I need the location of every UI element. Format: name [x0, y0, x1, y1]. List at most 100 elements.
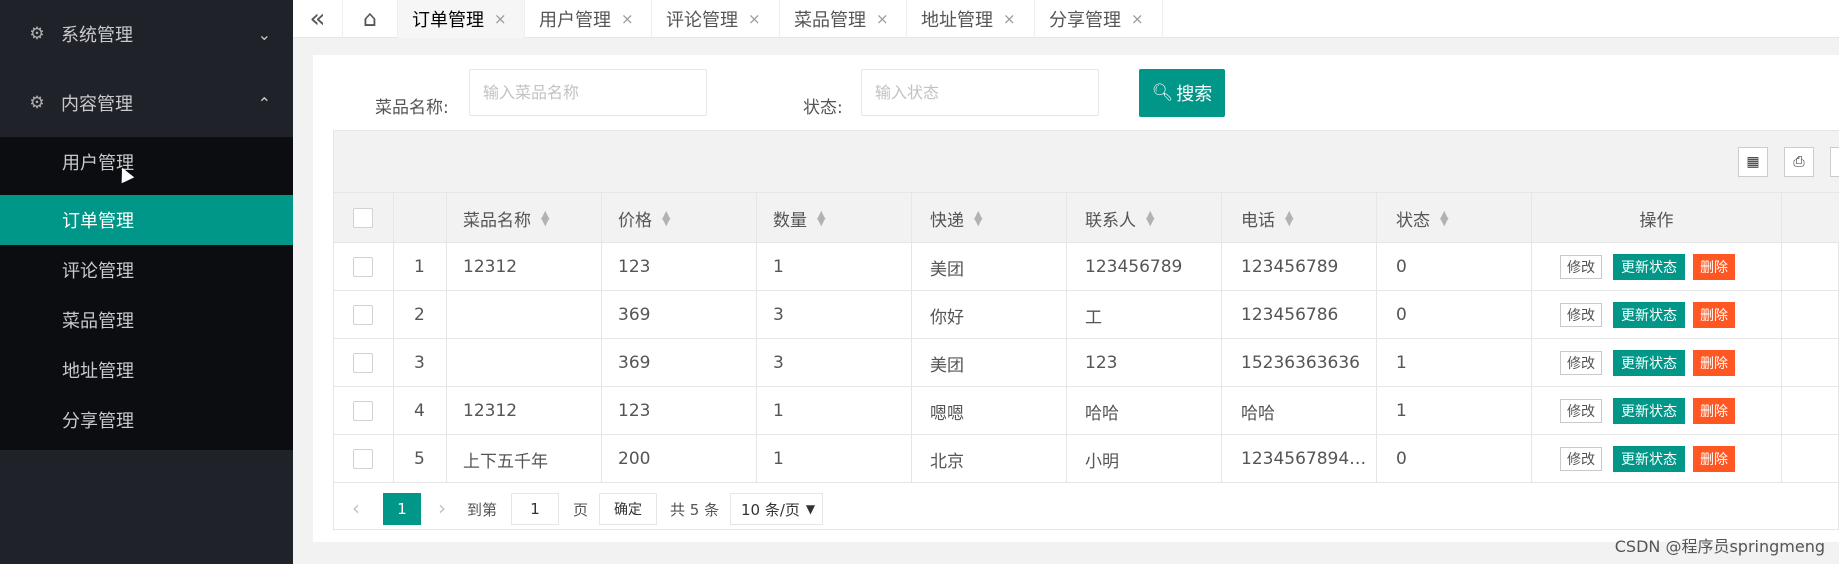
tab-shares[interactable]: 分享管理 ×: [1035, 0, 1163, 38]
row-index: 1: [394, 243, 447, 291]
select-all-checkbox[interactable]: [353, 208, 373, 228]
page-size-select[interactable]: 10 条/页 ▼: [730, 493, 823, 525]
delete-button[interactable]: 删除: [1693, 446, 1735, 472]
close-icon[interactable]: ×: [748, 10, 761, 28]
tab-label: 订单管理: [412, 10, 484, 31]
sidebar-item-orders[interactable]: 订单管理: [0, 195, 293, 245]
watermark: CSDN @程序员springmeng: [1614, 537, 1825, 556]
edit-button[interactable]: 修改: [1560, 351, 1602, 375]
sort-icon[interactable]: ▲ ▼: [662, 209, 670, 227]
tab-label: 用户管理: [539, 10, 611, 31]
tab-label: 菜品管理: [794, 10, 866, 31]
close-icon[interactable]: ×: [1131, 10, 1144, 28]
row-checkbox[interactable]: [353, 353, 373, 373]
sidebar-item-dishes[interactable]: 菜品管理: [0, 295, 293, 345]
delete-button[interactable]: 删除: [1693, 302, 1735, 328]
contact-cell: 工: [1067, 291, 1222, 339]
sidebar-item-comments[interactable]: 评论管理: [0, 245, 293, 295]
actions-cell: 修改 更新状态 删除: [1532, 435, 1782, 483]
sort-icon[interactable]: ▲ ▼: [541, 209, 549, 227]
column-header[interactable]: 菜品名称 ▲ ▼: [447, 193, 602, 243]
close-icon[interactable]: ×: [494, 10, 507, 28]
row-checkbox[interactable]: [353, 401, 373, 421]
close-icon[interactable]: ×: [876, 10, 889, 28]
menu-group-label: 系统管理: [61, 25, 133, 46]
column-header[interactable]: 电话 ▲ ▼: [1222, 193, 1377, 243]
close-icon[interactable]: ×: [621, 10, 634, 28]
menu-group-system[interactable]: ⚙ 系统管理 ⌄: [0, 0, 293, 68]
tab-addresses[interactable]: 地址管理 ×: [907, 0, 1035, 38]
quantity-cell: 1: [757, 435, 912, 483]
row-checkbox[interactable]: [353, 257, 373, 277]
tab-label: 评论管理: [666, 10, 738, 31]
tab-dishes[interactable]: 菜品管理 ×: [780, 0, 907, 38]
table-row: 2 369 3 你好 工 123456786 0 修改 更新状态 删除: [334, 291, 1839, 339]
collapse-sidebar-icon[interactable]: «: [293, 0, 343, 38]
dish-name-input[interactable]: [469, 69, 707, 116]
row-select-cell: [334, 243, 394, 291]
row-checkbox[interactable]: [353, 305, 373, 325]
column-header[interactable]: 联系人 ▲ ▼: [1067, 193, 1222, 243]
sort-icon[interactable]: ▲ ▼: [1146, 209, 1154, 227]
page-unit-label: 页: [573, 500, 589, 519]
row-index: 3: [394, 339, 447, 387]
phone-cell: 123456789: [1222, 243, 1377, 291]
delete-button[interactable]: 删除: [1693, 254, 1735, 280]
sort-icon[interactable]: ▲ ▼: [817, 209, 825, 227]
edit-button[interactable]: 修改: [1560, 399, 1602, 423]
sidebar-item-addresses[interactable]: 地址管理: [0, 345, 293, 395]
sort-icon[interactable]: ▲ ▼: [1440, 209, 1448, 227]
index-header: [394, 193, 447, 243]
update-status-button[interactable]: 更新状态: [1613, 446, 1685, 472]
column-header[interactable]: 价格 ▲ ▼: [602, 193, 757, 243]
tab-comments[interactable]: 评论管理 ×: [652, 0, 780, 38]
close-icon[interactable]: ×: [1003, 10, 1016, 28]
sort-icon[interactable]: ▲ ▼: [974, 209, 982, 227]
menu-group-content[interactable]: ⚙ 内容管理 ⌃: [0, 69, 293, 137]
status-input[interactable]: [861, 69, 1099, 116]
quantity-cell: 3: [757, 291, 912, 339]
page-button-current[interactable]: 1: [383, 493, 421, 525]
submenu: 用户管理 订单管理 评论管理 菜品管理 地址管理 分享管理: [0, 137, 293, 450]
column-header-label: 菜品名称: [463, 210, 531, 231]
column-header[interactable]: 快递 ▲ ▼: [912, 193, 1067, 243]
columns-filter-icon[interactable]: ▦: [1738, 147, 1768, 177]
total-count: 共 5 条: [670, 500, 720, 519]
price-cell: 369: [602, 339, 757, 387]
goto-page-input[interactable]: [511, 493, 559, 525]
export-icon[interactable]: ⎙: [1784, 147, 1814, 177]
update-status-button[interactable]: 更新状态: [1613, 302, 1685, 328]
delete-button[interactable]: 删除: [1693, 398, 1735, 424]
table-toolbar: ▦ ⎙: [334, 131, 1839, 193]
search-button[interactable]: 🔍︎ 搜索: [1139, 69, 1225, 117]
edit-button[interactable]: 修改: [1560, 447, 1602, 471]
sidebar-item-shares[interactable]: 分享管理: [0, 395, 293, 445]
column-header-label: 状态: [1396, 210, 1430, 231]
tab-users[interactable]: 用户管理 ×: [525, 0, 652, 38]
actions-cell: 修改 更新状态 删除: [1532, 339, 1782, 387]
edit-button[interactable]: 修改: [1560, 255, 1602, 279]
delete-button[interactable]: 删除: [1693, 350, 1735, 376]
column-header[interactable]: 数量 ▲ ▼: [757, 193, 912, 243]
edit-button[interactable]: 修改: [1560, 303, 1602, 327]
goto-confirm-button[interactable]: 确定: [599, 493, 657, 525]
column-header-label: 快递: [930, 210, 964, 231]
update-status-button[interactable]: 更新状态: [1613, 350, 1685, 376]
update-status-button[interactable]: 更新状态: [1613, 254, 1685, 280]
print-icon[interactable]: [1830, 147, 1839, 177]
home-icon[interactable]: ⌂: [343, 0, 398, 38]
row-checkbox[interactable]: [353, 449, 373, 469]
tab-orders[interactable]: 订单管理 ×: [398, 0, 525, 38]
sidebar-item-users[interactable]: 用户管理: [0, 137, 293, 187]
row-index: 5: [394, 435, 447, 483]
courier-cell: 嗯嗯: [912, 387, 1067, 435]
next-page-icon[interactable]: ›: [438, 493, 446, 523]
update-status-button[interactable]: 更新状态: [1613, 398, 1685, 424]
phone-cell: 123456786: [1222, 291, 1377, 339]
actions-header: 操作: [1532, 193, 1782, 243]
sort-icon[interactable]: ▲ ▼: [1285, 209, 1293, 227]
status-cell: 0: [1377, 291, 1532, 339]
column-header[interactable]: 状态 ▲ ▼: [1377, 193, 1532, 243]
prev-page-icon[interactable]: ‹: [352, 493, 360, 523]
price-cell: 123: [602, 243, 757, 291]
